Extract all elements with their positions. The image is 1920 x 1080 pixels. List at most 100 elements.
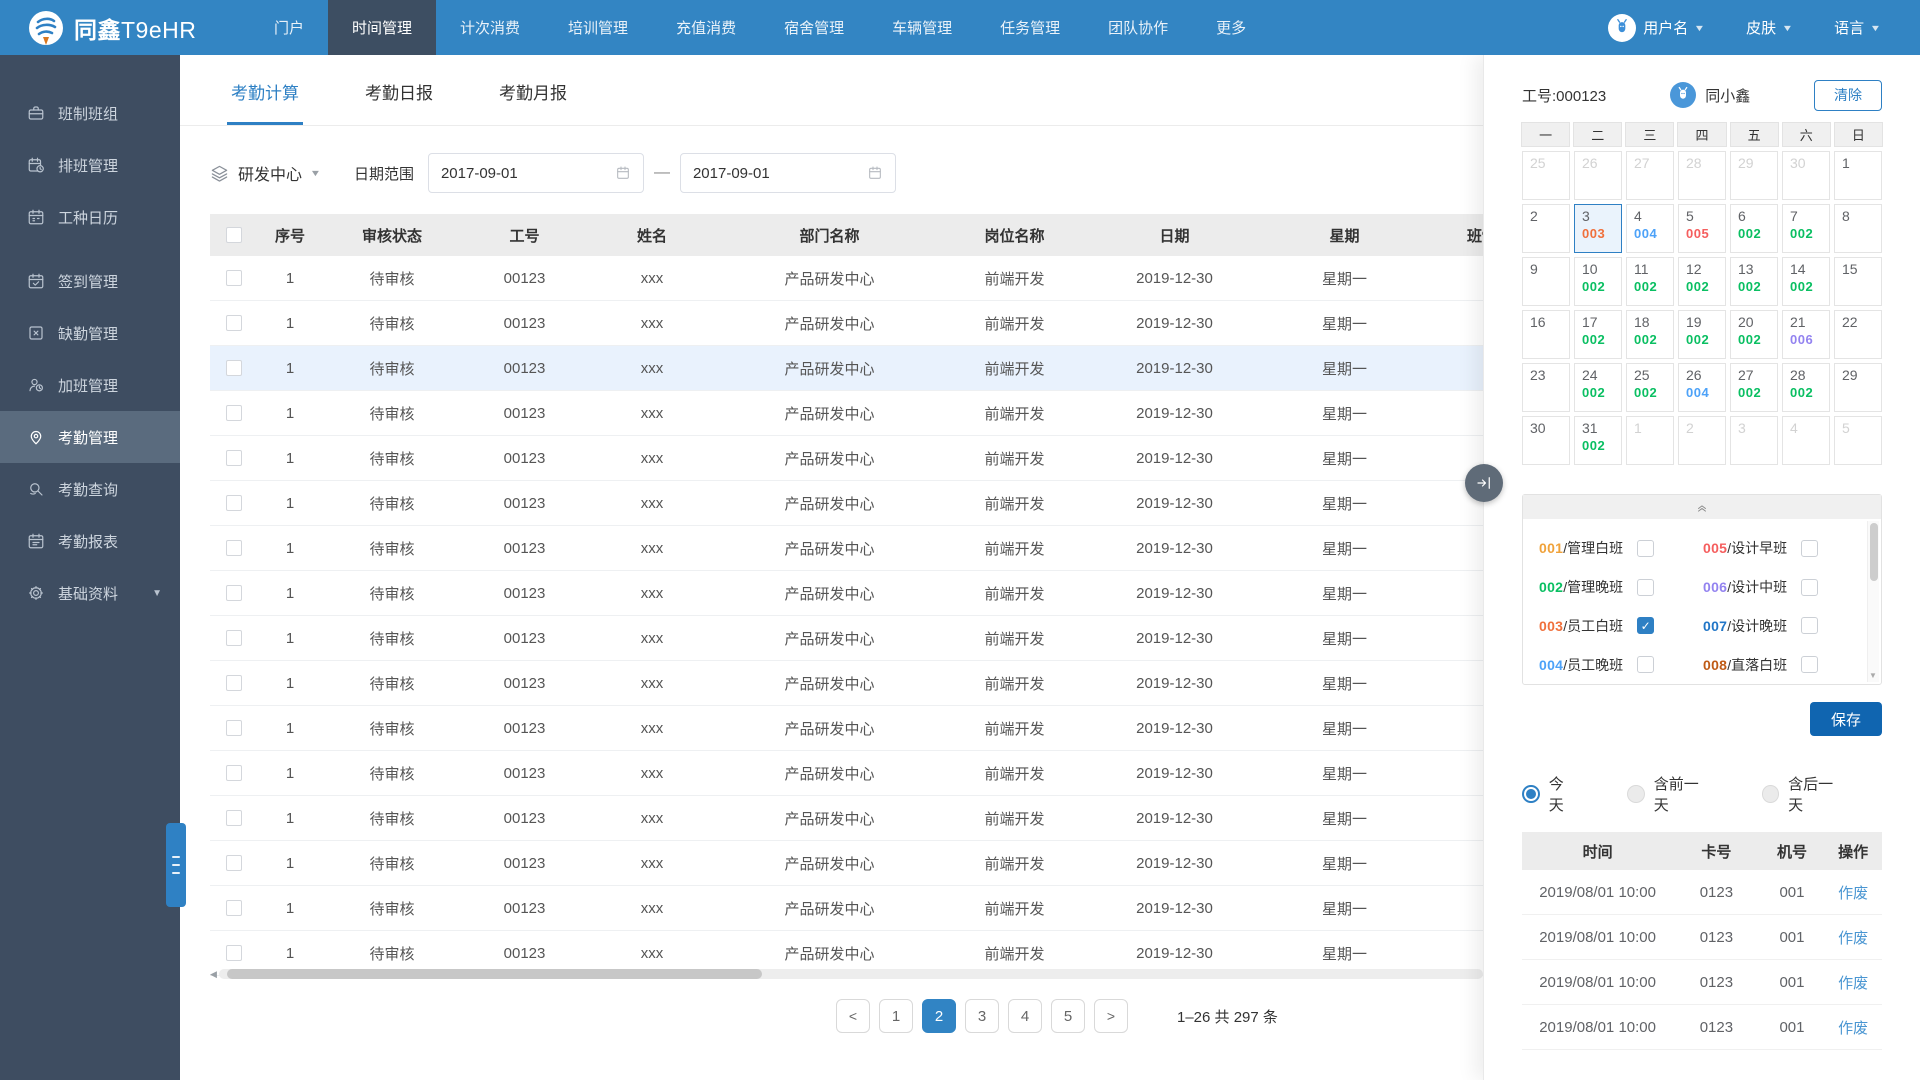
calendar-day-cell[interactable]: 10 002 — [1574, 257, 1622, 306]
nav-menu-item[interactable]: 培训管理 — [544, 0, 652, 55]
calendar-day-cell[interactable]: 28 — [1678, 151, 1726, 200]
calendar-day-cell[interactable]: 26 004 — [1678, 363, 1726, 412]
row-checkbox[interactable] — [226, 720, 242, 736]
calendar-day-cell[interactable]: 17 002 — [1574, 310, 1622, 359]
sidebar-item[interactable]: 考勤管理 — [0, 411, 180, 463]
shift-checkbox[interactable] — [1637, 656, 1655, 674]
table-row[interactable]: 1 待审核 00123 xxx 产品研发中心 前端开发 2019-12-30 星… — [210, 301, 1570, 346]
nav-menu-item[interactable]: 团队协作 — [1084, 0, 1192, 55]
nav-menu-item[interactable]: 车辆管理 — [868, 0, 976, 55]
table-row[interactable]: 1 待审核 00123 xxx 产品研发中心 前端开发 2019-12-30 星… — [210, 391, 1570, 436]
table-row[interactable]: 1 待审核 00123 xxx 产品研发中心 前端开发 2019-12-30 星… — [210, 661, 1570, 706]
shift-checkbox[interactable] — [1801, 617, 1819, 635]
skin-menu[interactable]: 皮肤 ▼ — [1746, 17, 1793, 38]
calendar-day-cell[interactable]: 1 — [1626, 416, 1674, 465]
nav-menu-item[interactable]: 门户 — [250, 0, 328, 55]
calendar-day-cell[interactable]: 21 006 — [1782, 310, 1830, 359]
void-link[interactable]: 作废 — [1838, 975, 1868, 992]
calendar-day-cell[interactable]: 14 002 — [1782, 257, 1830, 306]
row-checkbox[interactable] — [226, 900, 242, 916]
shift-checkbox[interactable] — [1637, 617, 1655, 635]
calendar-day-cell[interactable]: 18 002 — [1626, 310, 1674, 359]
calendar-day-cell[interactable]: 23 — [1522, 363, 1570, 412]
row-checkbox[interactable] — [226, 585, 242, 601]
page-button[interactable]: 2 — [922, 999, 956, 1033]
nav-menu-item[interactable]: 时间管理 — [328, 0, 437, 55]
row-checkbox[interactable] — [226, 765, 242, 781]
row-checkbox[interactable] — [226, 270, 242, 286]
void-link[interactable]: 作废 — [1838, 1020, 1868, 1037]
sidebar-item[interactable]: 班制班组 — [0, 87, 180, 139]
prev-page-button[interactable]: < — [836, 999, 870, 1033]
sidebar-item[interactable]: 缺勤管理 — [0, 307, 180, 359]
shift-checkbox[interactable] — [1801, 578, 1819, 596]
calendar-day-cell[interactable]: 2 — [1522, 204, 1570, 253]
shift-checkbox[interactable] — [1801, 539, 1819, 557]
page-button[interactable]: 4 — [1008, 999, 1042, 1033]
calendar-day-cell[interactable]: 3 003 — [1574, 204, 1622, 253]
void-link[interactable]: 作废 — [1838, 930, 1868, 947]
select-all-checkbox[interactable] — [226, 227, 242, 243]
table-row[interactable]: 1 待审核 00123 xxx 产品研发中心 前端开发 2019-12-30 星… — [210, 706, 1570, 751]
sidebar-item[interactable]: 基础资料 ▼ — [0, 567, 180, 619]
table-row[interactable]: 1 待审核 00123 xxx 产品研发中心 前端开发 2019-12-30 星… — [210, 616, 1570, 661]
calendar-day-cell[interactable]: 8 — [1834, 204, 1882, 253]
radio-option[interactable]: 含后一天 — [1761, 773, 1847, 815]
table-row[interactable]: 1 待审核 00123 xxx 产品研发中心 前端开发 2019-12-30 星… — [210, 751, 1570, 796]
shift-checkbox[interactable] — [1801, 656, 1819, 674]
calendar-day-cell[interactable]: 25 — [1522, 151, 1570, 200]
calendar-day-cell[interactable]: 5 005 — [1678, 204, 1726, 253]
content-tab[interactable]: 考勤日报 — [361, 55, 437, 125]
calendar-day-cell[interactable]: 6 002 — [1730, 204, 1778, 253]
nav-menu-item[interactable]: 充值消费 — [652, 0, 760, 55]
row-checkbox[interactable] — [226, 945, 242, 961]
calendar-day-cell[interactable]: 9 — [1522, 257, 1570, 306]
date-from-input[interactable]: 2017-09-01 — [427, 153, 644, 193]
calendar-day-cell[interactable]: 25 002 — [1626, 363, 1674, 412]
calendar-day-cell[interactable]: 3 — [1730, 416, 1778, 465]
table-row[interactable]: 1 待审核 00123 xxx 产品研发中心 前端开发 2019-12-30 星… — [210, 256, 1570, 301]
shift-picker-collapse[interactable] — [1523, 495, 1881, 519]
radio-option[interactable]: 含前一天 — [1627, 773, 1712, 815]
row-checkbox[interactable] — [226, 315, 242, 331]
row-checkbox[interactable] — [226, 540, 242, 556]
clear-button[interactable]: 清除 — [1814, 79, 1882, 111]
radio-option[interactable]: 今天 — [1522, 773, 1578, 815]
page-button[interactable]: 5 — [1051, 999, 1085, 1033]
sidebar-item[interactable]: 工种日历 — [0, 191, 180, 243]
nav-menu-item[interactable]: 宿舍管理 — [760, 0, 868, 55]
department-selector[interactable]: 研发中心 ▼ — [210, 161, 321, 185]
calendar-day-cell[interactable]: 27 — [1626, 151, 1674, 200]
table-row[interactable]: 1 待审核 00123 xxx 产品研发中心 前端开发 2019-12-30 星… — [210, 841, 1570, 886]
panel-collapse-button[interactable] — [1465, 464, 1503, 502]
calendar-day-cell[interactable]: 1 — [1834, 151, 1882, 200]
calendar-day-cell[interactable]: 30 — [1522, 416, 1570, 465]
horizontal-scrollbar[interactable]: ◀ — [210, 968, 1483, 980]
calendar-day-cell[interactable]: 19 002 — [1678, 310, 1726, 359]
shift-checkbox[interactable] — [1637, 578, 1655, 596]
row-checkbox[interactable] — [226, 495, 242, 511]
void-link[interactable]: 作废 — [1838, 885, 1868, 902]
scroll-left-icon[interactable]: ◀ — [210, 969, 217, 980]
date-to-input[interactable]: 2017-09-01 — [679, 153, 896, 193]
calendar-day-cell[interactable]: 26 — [1574, 151, 1622, 200]
table-row[interactable]: 1 待审核 00123 xxx 产品研发中心 前端开发 2019-12-30 星… — [210, 526, 1570, 571]
content-tab[interactable]: 考勤月报 — [495, 55, 571, 125]
calendar-day-cell[interactable]: 13 002 — [1730, 257, 1778, 306]
sidebar-item[interactable]: 考勤查询 — [0, 463, 180, 515]
calendar-day-cell[interactable]: 24 002 — [1574, 363, 1622, 412]
table-row[interactable]: 1 待审核 00123 xxx 产品研发中心 前端开发 2019-12-30 星… — [210, 571, 1570, 616]
calendar-day-cell[interactable]: 29 — [1730, 151, 1778, 200]
calendar-day-cell[interactable]: 20 002 — [1730, 310, 1778, 359]
shift-list-scrollbar[interactable]: ▼ — [1867, 521, 1879, 682]
row-checkbox[interactable] — [226, 360, 242, 376]
calendar-day-cell[interactable]: 11 002 — [1626, 257, 1674, 306]
row-checkbox[interactable] — [226, 810, 242, 826]
calendar-day-cell[interactable]: 4 004 — [1626, 204, 1674, 253]
content-tab[interactable]: 考勤计算 — [227, 55, 303, 125]
calendar-day-cell[interactable]: 31 002 — [1574, 416, 1622, 465]
sidebar-item[interactable]: 签到管理 — [0, 255, 180, 307]
table-row[interactable]: 1 待审核 00123 xxx 产品研发中心 前端开发 2019-12-30 星… — [210, 481, 1570, 526]
nav-menu-item[interactable]: 更多 — [1192, 0, 1270, 55]
calendar-day-cell[interactable]: 12 002 — [1678, 257, 1726, 306]
